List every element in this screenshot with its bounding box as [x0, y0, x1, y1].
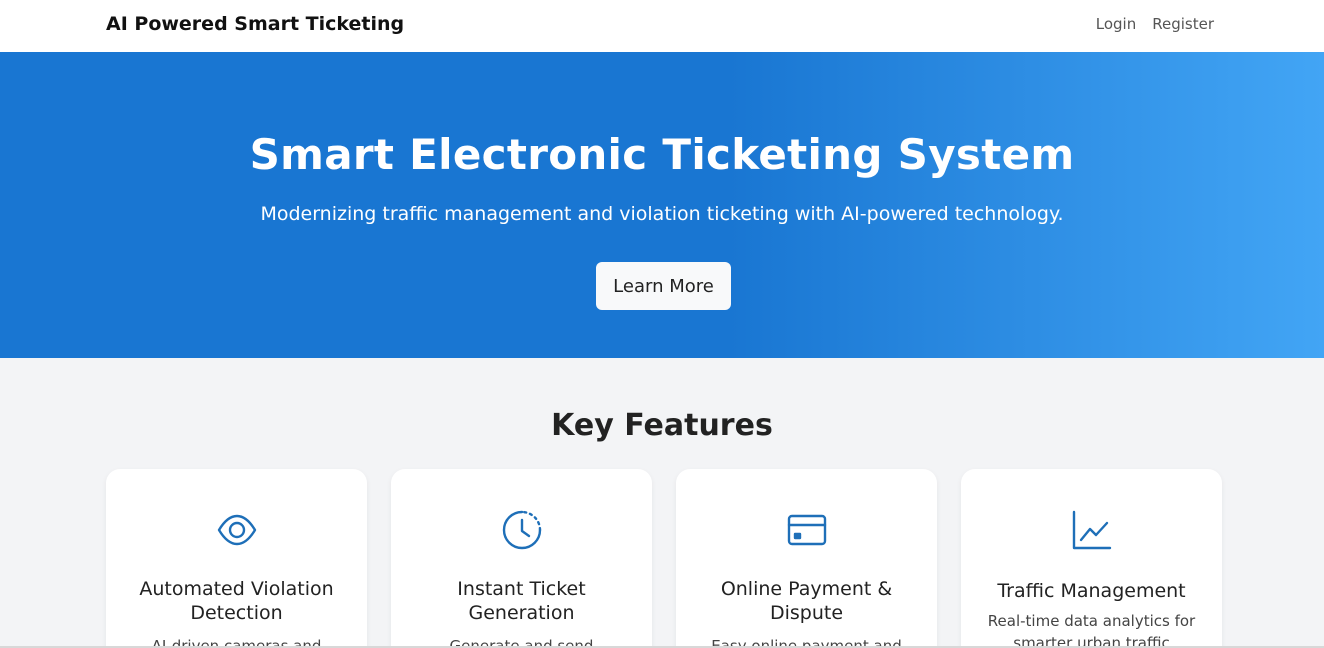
- learn-more-button[interactable]: Learn More: [596, 262, 731, 310]
- hero-title: Smart Electronic Ticketing System: [249, 130, 1075, 179]
- hero-section: Smart Electronic Ticketing System Modern…: [0, 52, 1324, 358]
- feature-card-online-payment: Online Payment & Dispute Easy online pay…: [676, 469, 937, 648]
- brand-title[interactable]: AI Powered Smart Ticketing: [106, 13, 404, 35]
- feature-card-traffic-management: Traffic Management Real-time data analyt…: [961, 469, 1222, 648]
- login-link[interactable]: Login: [1096, 15, 1136, 33]
- credit-card-icon: [787, 514, 827, 546]
- hero-subtitle: Modernizing traffic management and viola…: [260, 203, 1064, 225]
- nav-links: Login Register: [1096, 15, 1214, 33]
- feature-card-ticket-generation: Instant Ticket Generation Generate and s…: [391, 469, 652, 648]
- navbar: AI Powered Smart Ticketing Login Registe…: [0, 0, 1324, 52]
- feature-card-description: Real-time data analytics for smarter urb…: [987, 612, 1196, 648]
- feature-card-title: Instant Ticket Generation: [457, 578, 586, 624]
- feature-card-title: Traffic Management: [997, 580, 1186, 602]
- feature-card-violation-detection: Automated Violation Detection AI-driven …: [106, 469, 367, 648]
- clock-icon: [502, 510, 542, 550]
- features-title: Key Features: [551, 408, 773, 443]
- chart-line-icon: [1072, 510, 1112, 550]
- feature-card-title: Online Payment & Dispute: [720, 578, 893, 624]
- feature-card-title: Automated Violation Detection: [139, 578, 334, 624]
- register-link[interactable]: Register: [1152, 15, 1214, 33]
- eye-icon: [217, 514, 257, 546]
